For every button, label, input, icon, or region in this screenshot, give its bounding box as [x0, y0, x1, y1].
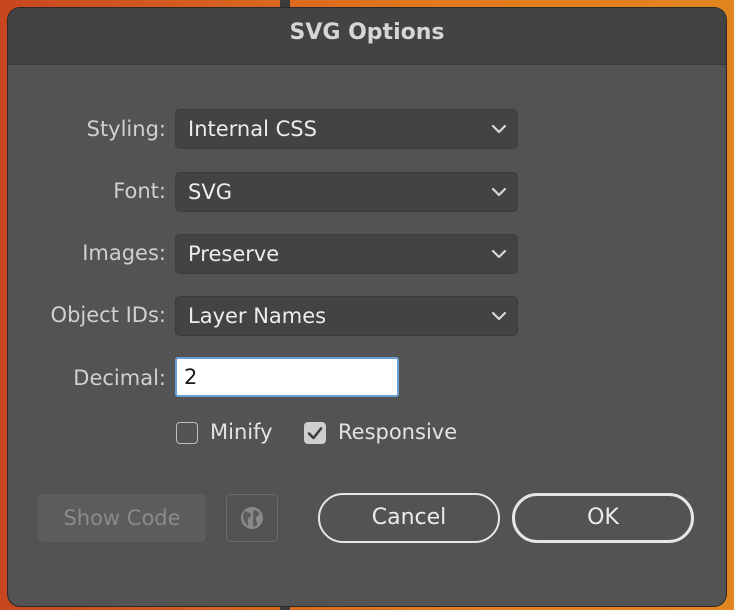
minify-label[interactable]: Minify	[210, 420, 273, 444]
minify-checkbox[interactable]	[176, 422, 198, 444]
chevron-down-icon	[491, 311, 507, 321]
styling-value: Internal CSS	[188, 117, 317, 141]
styling-select[interactable]: Internal CSS	[175, 109, 518, 149]
font-label: Font:	[113, 179, 166, 203]
chevron-down-icon	[491, 124, 507, 134]
ok-button[interactable]: OK	[512, 493, 694, 543]
images-select[interactable]: Preserve	[175, 234, 518, 274]
responsive-checkbox[interactable]	[304, 422, 326, 444]
chevron-down-icon	[491, 187, 507, 197]
dialog-titlebar: SVG Options	[8, 8, 726, 65]
decimal-input[interactable]	[175, 357, 399, 397]
images-value: Preserve	[188, 242, 280, 266]
chevron-down-icon	[491, 249, 507, 259]
globe-icon	[241, 507, 263, 529]
web-preview-button[interactable]	[226, 494, 278, 542]
dialog-title: SVG Options	[289, 20, 445, 45]
font-value: SVG	[188, 180, 232, 204]
font-select[interactable]: SVG	[175, 172, 518, 212]
responsive-label[interactable]: Responsive	[338, 420, 457, 444]
svg-options-dialog: SVG Options Styling: Internal CSS Font: …	[8, 8, 726, 606]
object-ids-select[interactable]: Layer Names	[175, 296, 518, 336]
checkmark-icon	[307, 427, 323, 440]
object-ids-value: Layer Names	[188, 304, 327, 328]
decimal-label: Decimal:	[73, 366, 166, 390]
show-code-button[interactable]: Show Code	[38, 494, 206, 542]
cancel-button[interactable]: Cancel	[318, 493, 500, 543]
styling-label: Styling:	[86, 117, 166, 141]
object-ids-label: Object IDs:	[50, 303, 166, 327]
images-label: Images:	[82, 241, 166, 265]
